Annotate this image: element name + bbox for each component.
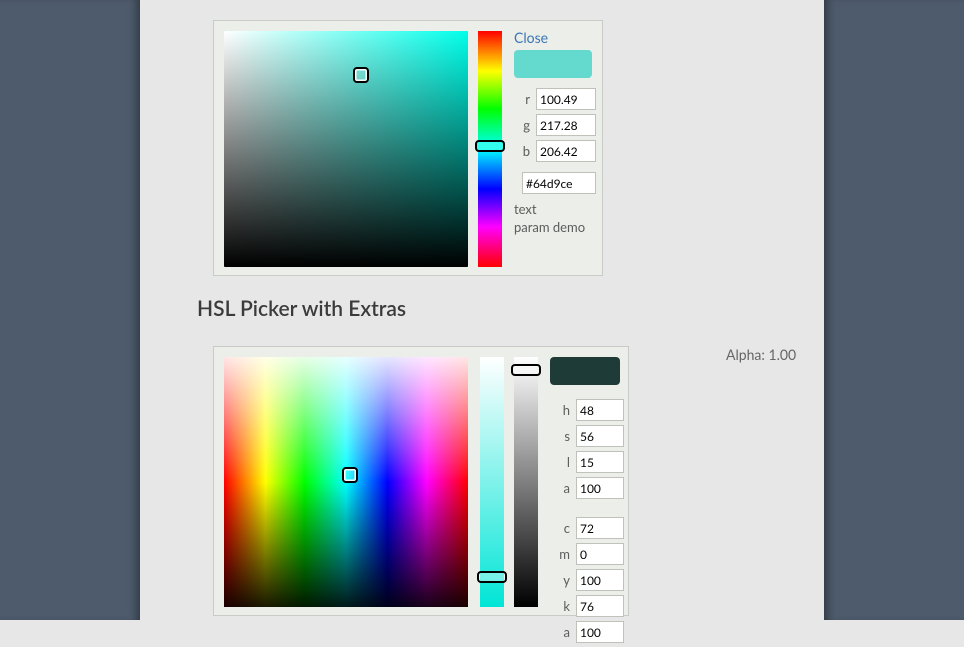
k-label: k [556,598,570,614]
hsl-color-picker: h s l a c m y k a [213,346,629,616]
sat-val-field[interactable] [224,31,468,267]
rgb-color-picker: Close r g b text param demo [213,20,603,276]
a2-label: a [556,624,570,640]
m-label: m [556,546,570,562]
hue-field[interactable] [224,357,468,607]
color-swatch [514,50,592,78]
y-input[interactable] [576,569,624,591]
hue-slider-handle[interactable] [475,140,505,152]
page-gutter-right [824,0,964,620]
saturation-slider-handle[interactable] [477,571,507,583]
y-label: y [556,572,570,588]
s-input[interactable] [576,425,624,447]
h-label: h [556,402,570,418]
alpha-readout: Alpha: 1.00 [726,346,796,363]
r-input[interactable] [536,88,596,110]
color-swatch [550,357,620,385]
saturation-slider[interactable] [480,357,504,607]
k-input[interactable] [576,595,624,617]
hue-slider[interactable] [478,31,502,267]
close-button[interactable]: Close [514,29,596,46]
l-label: l [556,454,570,470]
g-label: g [516,117,530,133]
a-label: a [556,480,570,496]
s-label: s [556,428,570,444]
r-label: r [516,91,530,107]
c-label: c [556,520,570,536]
c-input[interactable] [576,517,624,539]
h-input[interactable] [576,399,624,421]
a2-input[interactable] [576,621,624,643]
m-input[interactable] [576,543,624,565]
section-heading: HSL Picker with Extras [197,296,406,321]
text-link[interactable]: text [514,200,596,218]
hue-field-cursor[interactable] [342,467,358,483]
g-input[interactable] [536,114,596,136]
l-input[interactable] [576,451,624,473]
a-input[interactable] [576,477,624,499]
b-label: b [516,143,530,159]
lightness-slider[interactable] [514,357,538,607]
lightness-slider-handle[interactable] [511,364,541,376]
hex-input[interactable] [522,172,596,194]
b-input[interactable] [536,140,596,162]
sat-val-cursor[interactable] [353,67,369,83]
param-demo-link[interactable]: param demo [514,218,596,236]
page-gutter-left [0,0,140,620]
